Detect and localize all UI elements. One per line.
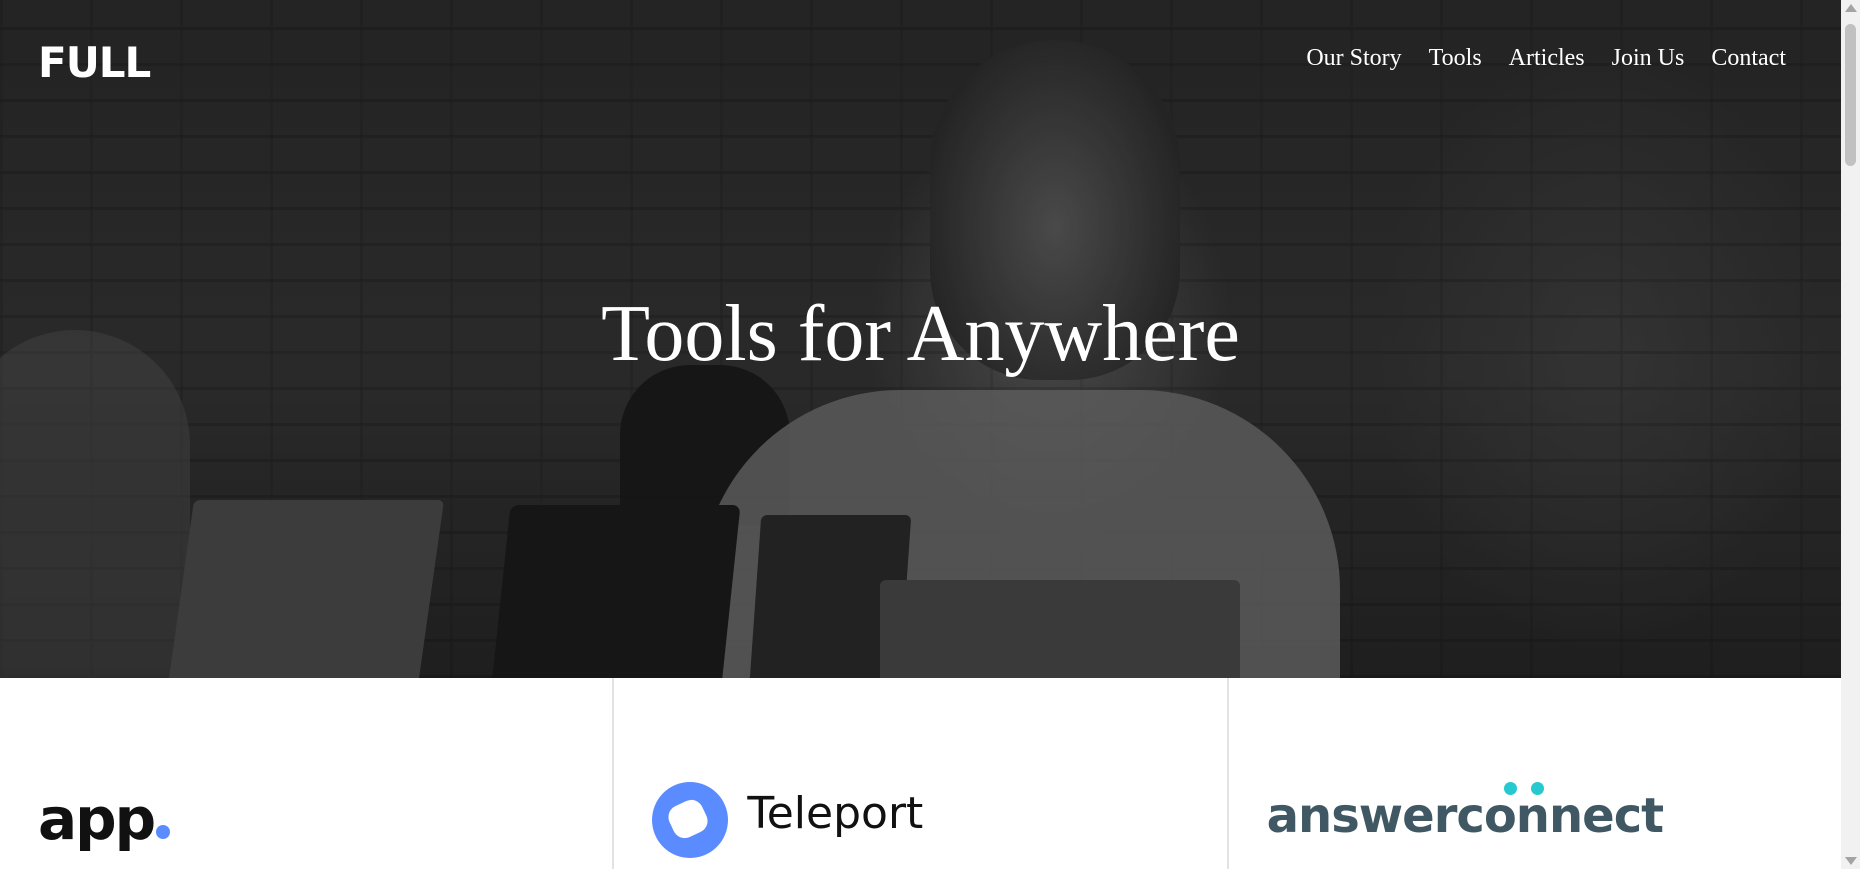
teleport-logo-icon — [652, 782, 729, 858]
page-scrollbar[interactable] — [1841, 0, 1860, 869]
tool-card-app[interactable]: app — [0, 678, 615, 869]
tool-card-answerconnect[interactable]: answerconnect — [1229, 678, 1841, 869]
scroll-up-arrow-icon[interactable] — [1845, 4, 1857, 12]
main-nav: Our Story Tools Articles Join Us Contact — [1306, 42, 1786, 74]
site-logo[interactable]: FULL — [38, 42, 151, 84]
nav-contact[interactable]: Contact — [1711, 42, 1786, 74]
scroll-thumb[interactable] — [1845, 24, 1856, 166]
nav-our-story[interactable]: Our Story — [1306, 42, 1401, 74]
answerconnect-logo-text: answerconnect — [1266, 788, 1664, 844]
scroll-down-arrow-icon[interactable] — [1845, 857, 1857, 865]
hero-section: FULL Our Story Tools Articles Join Us Co… — [0, 0, 1841, 678]
hero-title: Tools for Anywhere — [601, 290, 1240, 378]
app-logo: app — [38, 790, 171, 848]
teleport-logo-text: Teleport — [747, 788, 924, 839]
nav-articles[interactable]: Articles — [1509, 42, 1585, 74]
nav-join-us[interactable]: Join Us — [1612, 42, 1685, 74]
nav-tools[interactable]: Tools — [1429, 42, 1482, 74]
tool-card-teleport[interactable]: Teleport — [614, 678, 1229, 869]
tools-grid: app Teleport answerconnect — [0, 678, 1841, 869]
app-logo-dot — [156, 825, 171, 839]
